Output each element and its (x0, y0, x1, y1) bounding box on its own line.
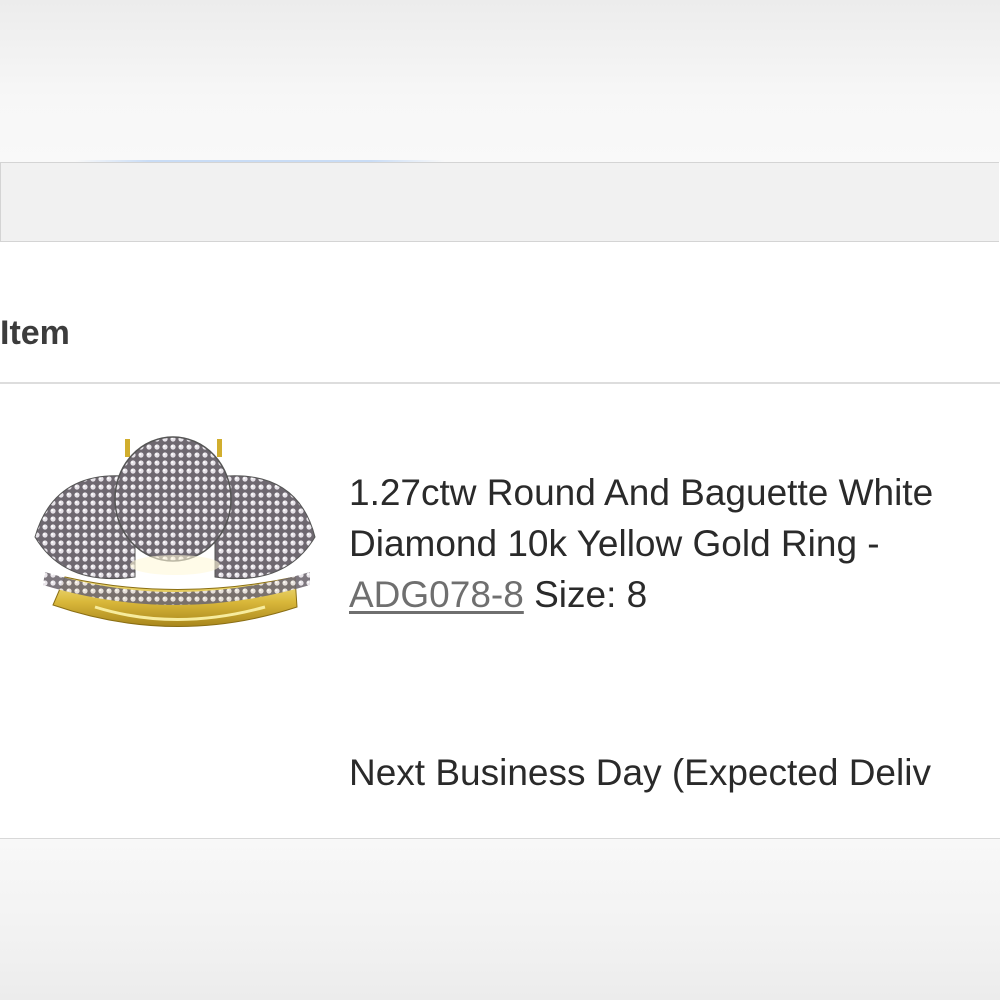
top-background (0, 0, 1000, 162)
size-text: Size: 8 (523, 574, 648, 615)
product-title-text: 1.27ctw Round And Baguette White Diamond… (349, 472, 934, 564)
panel-header-bar (0, 162, 999, 242)
header-divider (0, 382, 1000, 384)
item-column-header: Item (0, 314, 70, 352)
order-panel: Item 1.27ctw Round And Baguette White Di… (0, 162, 1000, 839)
bottom-background (0, 839, 1000, 1000)
sku-link[interactable]: ADG078-8 (349, 574, 524, 615)
product-title: 1.27ctw Round And Baguette White Diamond… (349, 467, 979, 620)
product-image[interactable] (25, 427, 325, 647)
diamond-ring-icon (34, 436, 316, 627)
shipping-method: Next Business Day (Expected Deliv (349, 752, 931, 793)
